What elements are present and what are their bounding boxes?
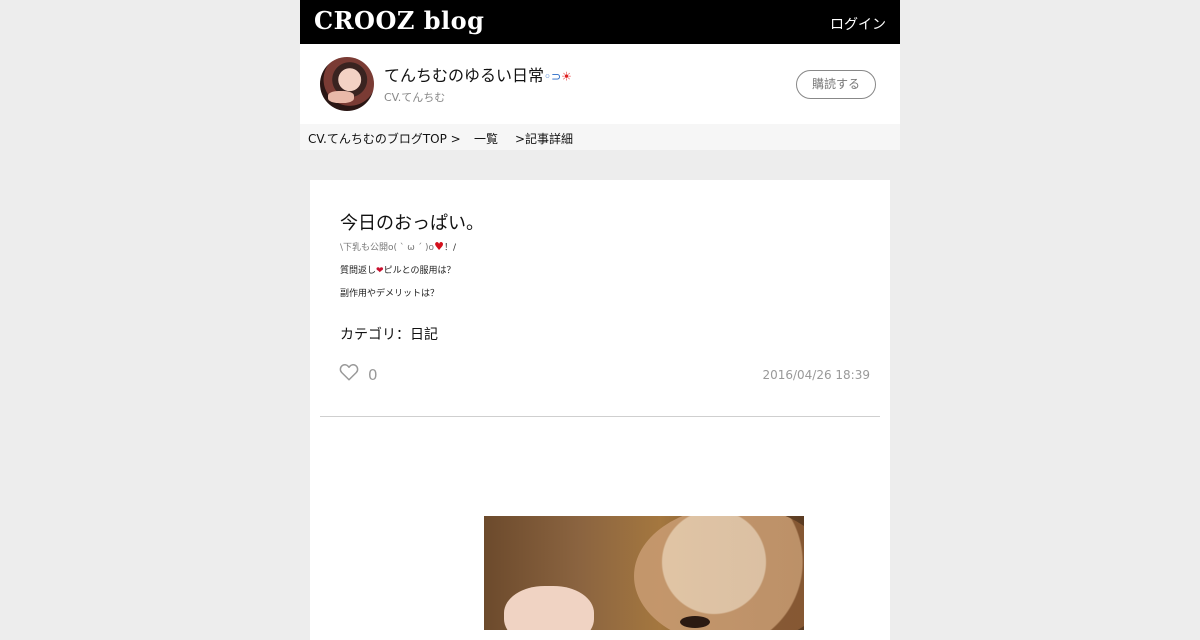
line1-text: \下乳も公開o( ˋ ω ˊ )o — [340, 243, 435, 253]
photo-hand-area — [504, 586, 594, 630]
login-link[interactable]: ログイン — [830, 14, 886, 34]
author-name: CV.てんちむ — [384, 91, 446, 104]
blog-profile-header: てんちむのゆるい日常◦⊃☀ CV.てんちむ 購読する — [300, 44, 900, 124]
breadcrumb-list[interactable]: 一覧 — [474, 130, 498, 147]
article-photo[interactable] — [484, 516, 804, 630]
divider — [320, 416, 880, 417]
breadcrumb: CV.てんちむのブログTOP > 一覧 >記事詳細 — [300, 124, 900, 150]
blog-title[interactable]: てんちむのゆるい日常◦⊃☀ — [384, 62, 572, 86]
post-date: 2016/04/26 18:39 — [762, 368, 870, 382]
subscribe-button[interactable]: 購読する — [796, 70, 876, 99]
line1-end: ！/ — [443, 243, 456, 253]
logo-main-text: CROOZ — [314, 6, 415, 35]
like-count: 0 — [368, 366, 378, 384]
heart-outline-icon[interactable] — [339, 363, 359, 381]
breadcrumb-blog-top[interactable]: CV.てんちむのブログTOP > — [308, 130, 461, 147]
breadcrumb-detail: >記事詳細 — [515, 132, 574, 146]
avatar[interactable] — [320, 57, 374, 111]
line2-text: 質問返し — [340, 266, 377, 276]
photo-face-area — [634, 516, 804, 630]
blog-title-text: てんちむのゆるい日常 — [384, 66, 545, 85]
top-bar: CROOZ blog ログイン — [300, 0, 900, 44]
article-title: 今日のおっぱい。 — [340, 213, 484, 234]
lips-emoji-icon: ❤ — [376, 266, 384, 276]
page: CROOZ blog ログイン てんちむのゆるい日常◦⊃☀ CV.てんちむ 購読… — [0, 0, 1200, 640]
article-category[interactable]: カテゴリ：日記 — [340, 324, 438, 344]
article-body-line-3: 副作用やデメリットは？ — [340, 289, 440, 299]
fish-emoji-icon: ◦⊃ — [544, 69, 562, 84]
article-card: 今日のおっぱい。 \下乳も公開o( ˋ ω ˊ )o♥！/ 質問返し❤ピルとの服… — [310, 180, 890, 640]
sun-emoji-icon: ☀ — [561, 69, 572, 84]
article-body-line-1: \下乳も公開o( ˋ ω ˊ )o♥！/ — [340, 240, 456, 253]
line2-end: ピルとの服用は？ — [383, 266, 456, 276]
photo-eye-area — [680, 616, 710, 628]
logo-sub-text: blog — [423, 6, 485, 35]
crooz-blog-logo[interactable]: CROOZ blog — [314, 6, 484, 35]
article-body-line-2: 質問返し❤ピルとの服用は？ — [340, 263, 455, 276]
red-heart-emoji-icon: ♥ — [434, 240, 444, 253]
